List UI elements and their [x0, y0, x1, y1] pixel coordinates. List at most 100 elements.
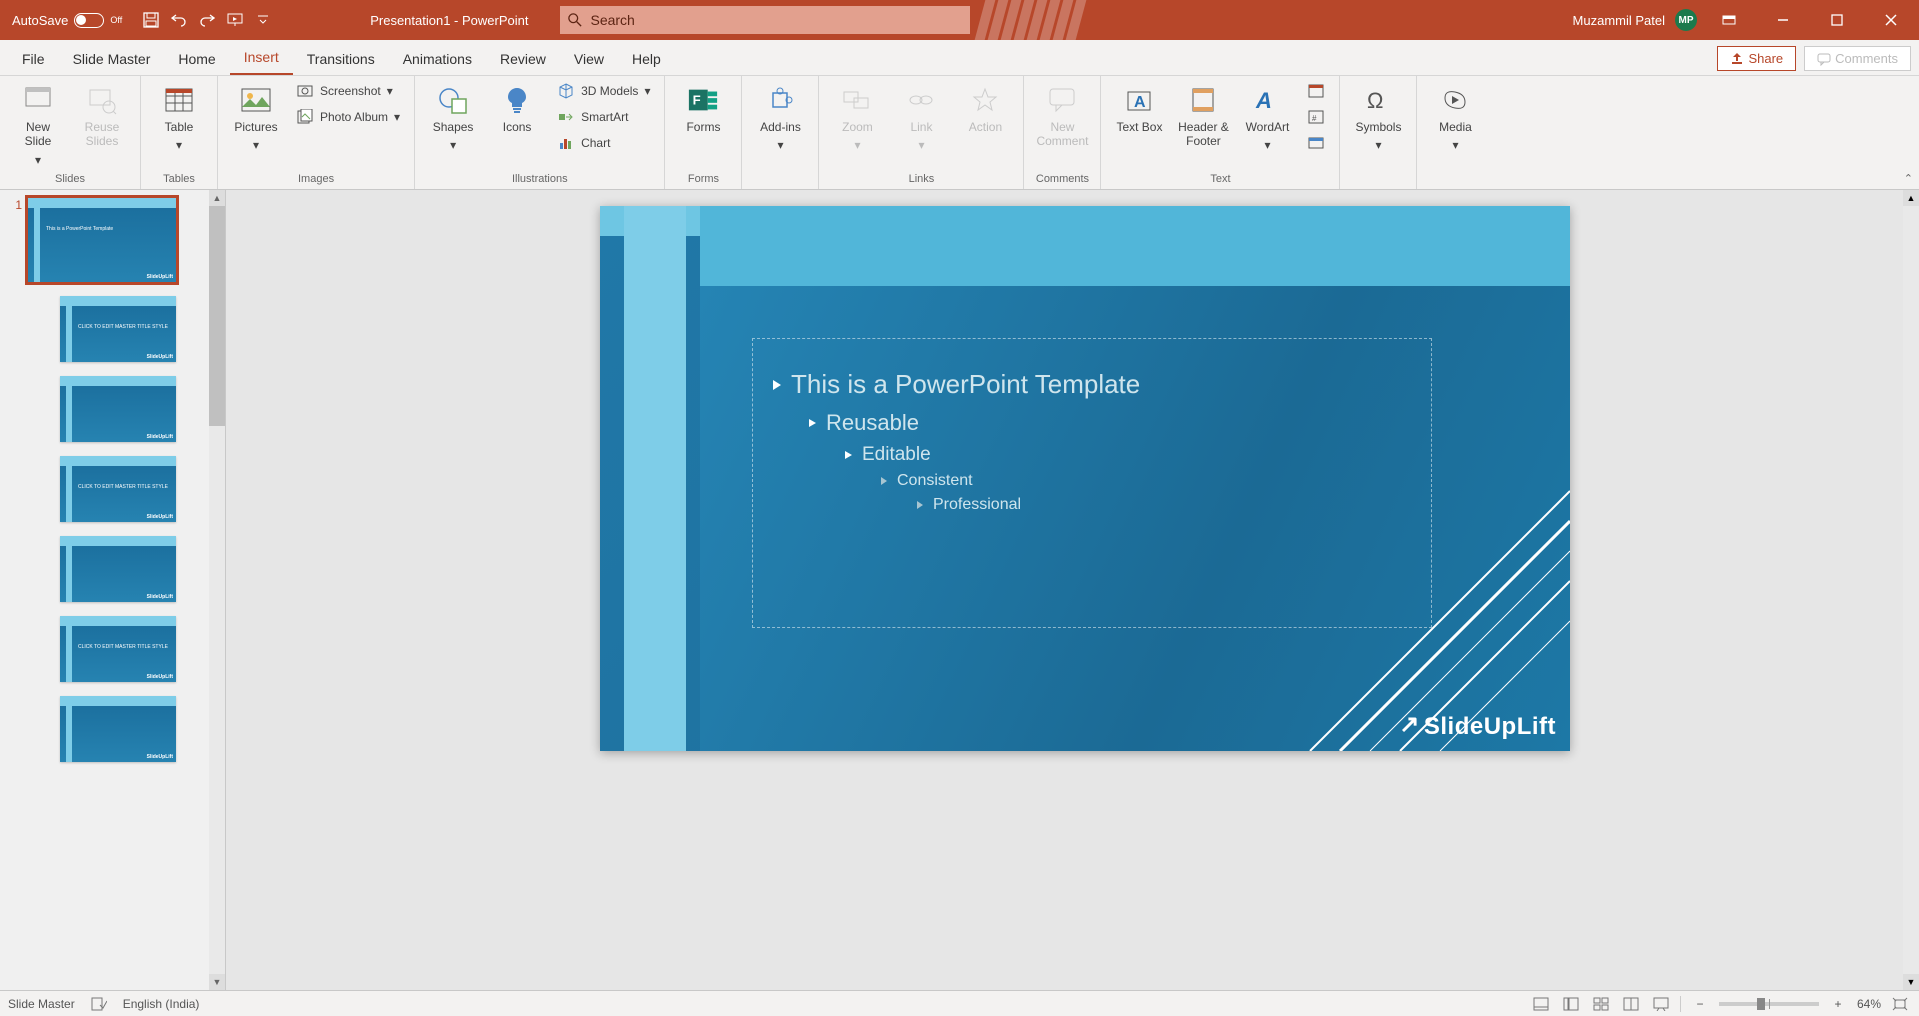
group-forms: F Forms Forms [665, 76, 742, 189]
text-box-button[interactable]: AText Box [1111, 80, 1167, 138]
photo-album-button[interactable]: Photo Album ▾ [292, 106, 404, 128]
pictures-button[interactable]: Pictures▾ [228, 80, 284, 157]
zoom-in-button[interactable]: + [1827, 995, 1849, 1013]
thumbnail-item[interactable]: CLICK TO EDIT MASTER TITLE STYLESlideUpL… [12, 456, 205, 522]
thumbnail-item[interactable]: 1This is a PowerPoint TemplateSlideUpLif… [12, 198, 205, 282]
cube-icon [557, 82, 575, 100]
icons-button[interactable]: Icons [489, 80, 545, 138]
thumbnail[interactable]: CLICK TO EDIT MASTER TITLE STYLESlideUpL… [60, 616, 176, 682]
thumbnail-item[interactable]: SlideUpLift [12, 696, 205, 762]
tab-slide-master[interactable]: Slide Master [59, 43, 165, 75]
undo-icon[interactable] [168, 9, 190, 31]
tab-view[interactable]: View [560, 43, 618, 75]
tab-help[interactable]: Help [618, 43, 675, 75]
scroll-down-icon[interactable]: ▼ [1903, 974, 1919, 990]
tab-insert[interactable]: Insert [230, 41, 293, 75]
date-time-button[interactable] [1303, 80, 1329, 102]
header-footer-button[interactable]: Header & Footer [1175, 80, 1231, 153]
slide-accent-left [624, 206, 686, 751]
thumbnail-item[interactable]: CLICK TO EDIT MASTER TITLE STYLESlideUpL… [12, 616, 205, 682]
thumbnail[interactable]: CLICK TO EDIT MASTER TITLE STYLESlideUpL… [60, 456, 176, 522]
slide-master[interactable]: This is a PowerPoint Template Reusable E… [600, 206, 1570, 751]
save-icon[interactable] [140, 9, 162, 31]
workspace: 1This is a PowerPoint TemplateSlideUpLif… [0, 190, 1919, 990]
thumbnail-item[interactable]: SlideUpLift [12, 536, 205, 602]
user-avatar[interactable]: MP [1675, 9, 1697, 31]
slide-number-button[interactable]: # [1303, 106, 1329, 128]
maximize-icon[interactable] [1815, 0, 1859, 40]
group-slides: New Slide▾ Reuse Slides Slides [0, 76, 141, 189]
group-illustrations: Shapes▾ Icons 3D Models ▾ SmartArt Chart… [415, 76, 665, 189]
icons-icon [501, 84, 533, 116]
object-button[interactable] [1303, 132, 1329, 154]
scroll-down-icon[interactable]: ▼ [209, 974, 225, 990]
thumbnail[interactable]: SlideUpLift [60, 536, 176, 602]
status-language[interactable]: English (India) [123, 997, 200, 1011]
comments-button[interactable]: Comments [1804, 46, 1911, 71]
thumbnail[interactable]: CLICK TO EDIT MASTER TITLE STYLESlideUpL… [60, 296, 176, 362]
content-placeholder[interactable]: This is a PowerPoint Template Reusable E… [752, 338, 1432, 628]
spell-check-icon[interactable] [91, 997, 107, 1011]
notes-button[interactable] [1530, 995, 1552, 1013]
tab-file[interactable]: File [8, 43, 59, 75]
wordart-button[interactable]: AWordArt▾ [1239, 80, 1295, 157]
slide-number-icon: # [1307, 108, 1325, 126]
share-button[interactable]: Share [1717, 46, 1796, 71]
zoom-icon [841, 84, 873, 116]
scroll-up-icon[interactable]: ▲ [209, 190, 225, 206]
tab-home[interactable]: Home [164, 43, 229, 75]
zoom-level[interactable]: 64% [1857, 997, 1881, 1011]
canvas-scrollbar[interactable]: ▲ ▼ [1903, 190, 1919, 990]
collapse-ribbon-icon[interactable]: ⌃ [1904, 172, 1913, 185]
shapes-button[interactable]: Shapes▾ [425, 80, 481, 157]
thumbnail[interactable]: SlideUpLift [60, 376, 176, 442]
symbols-button[interactable]: ΩSymbols▾ [1350, 80, 1406, 157]
svg-text:A: A [1255, 88, 1272, 113]
scroll-up-icon[interactable]: ▲ [1903, 190, 1919, 206]
thumb-scrollbar[interactable]: ▲ ▼ [209, 190, 225, 990]
smartart-icon [557, 108, 575, 126]
minimize-icon[interactable] [1761, 0, 1805, 40]
search-box[interactable]: Search [560, 6, 970, 34]
present-icon[interactable] [224, 9, 246, 31]
zoom-out-button[interactable]: − [1689, 995, 1711, 1013]
forms-icon: F [687, 84, 719, 116]
redo-icon[interactable] [196, 9, 218, 31]
thumbnail[interactable]: This is a PowerPoint TemplateSlideUpLift [28, 198, 176, 282]
media-button[interactable]: Media▾ [1427, 80, 1483, 157]
chart-button[interactable]: Chart [553, 132, 654, 154]
scroll-thumb[interactable] [209, 206, 225, 426]
autosave-toggle[interactable]: AutoSave Off [0, 13, 134, 28]
thumbnail-item[interactable]: SlideUpLift [12, 376, 205, 442]
tab-transitions[interactable]: Transitions [293, 43, 389, 75]
fit-to-window-icon[interactable] [1889, 995, 1911, 1013]
slideshow-view-icon[interactable] [1650, 995, 1672, 1013]
group-label: Links [829, 171, 1013, 187]
thumbnail-item[interactable]: CLICK TO EDIT MASTER TITLE STYLESlideUpL… [12, 296, 205, 362]
svg-text:A: A [1134, 94, 1146, 111]
group-comments: New Comment Comments [1024, 76, 1101, 189]
reading-view-icon[interactable] [1620, 995, 1642, 1013]
table-button[interactable]: Table▾ [151, 80, 207, 157]
zoom-slider[interactable] [1719, 1002, 1819, 1006]
sorter-view-icon[interactable] [1590, 995, 1612, 1013]
action-icon [969, 84, 1001, 116]
normal-view-icon[interactable] [1560, 995, 1582, 1013]
toggle-switch[interactable] [74, 13, 104, 28]
addins-button[interactable]: Add-ins▾ [752, 80, 808, 157]
user-name[interactable]: Muzammil Patel [1573, 13, 1665, 28]
thumbnail[interactable]: SlideUpLift [60, 696, 176, 762]
tab-animations[interactable]: Animations [389, 43, 486, 75]
3d-models-button[interactable]: 3D Models ▾ [553, 80, 654, 102]
bullet-l3: Editable [862, 444, 931, 466]
forms-button[interactable]: F Forms [675, 80, 731, 138]
new-slide-button[interactable]: New Slide▾ [10, 80, 66, 171]
ribbon-display-icon[interactable] [1707, 0, 1751, 40]
customize-qat-icon[interactable] [252, 9, 274, 31]
tab-review[interactable]: Review [486, 43, 560, 75]
smartart-button[interactable]: SmartArt [553, 106, 654, 128]
status-mode[interactable]: Slide Master [8, 997, 75, 1011]
close-icon[interactable] [1869, 0, 1913, 40]
screenshot-button[interactable]: Screenshot ▾ [292, 80, 404, 102]
ribbon-tabs: File Slide Master Home Insert Transition… [0, 40, 1919, 76]
